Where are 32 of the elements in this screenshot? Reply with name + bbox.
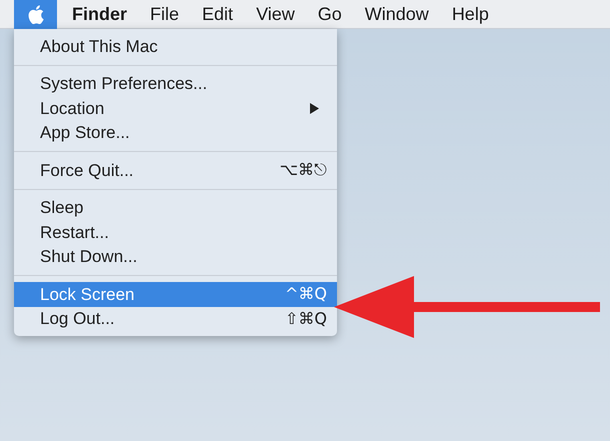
- menu-item[interactable]: System Preferences...: [14, 72, 337, 96]
- menu-item-label: Location: [40, 98, 104, 120]
- menu-item-label: Sleep: [40, 197, 84, 219]
- menu-item[interactable]: App Store...: [14, 120, 337, 145]
- menu-item[interactable]: Restart...: [14, 220, 337, 244]
- menu-item[interactable]: About This Mac: [14, 34, 337, 58]
- menu-item-label: System Preferences...: [40, 73, 208, 95]
- keyboard-shortcut: ^⌘Q: [285, 283, 327, 306]
- menu-bar-item[interactable]: View: [256, 0, 295, 28]
- menu-item[interactable]: Force Quit... ⌥⌘⎋: [14, 158, 337, 182]
- apple-menu-button[interactable]: [14, 0, 57, 28]
- menu-item[interactable]: Shut Down...: [14, 244, 337, 269]
- menu-item[interactable]: Sleep: [14, 196, 337, 220]
- menu-item-label: Force Quit...: [40, 160, 134, 182]
- menu-bar-item[interactable]: Go: [318, 0, 342, 28]
- menu-item[interactable]: Log Out... ⇧⌘Q: [14, 306, 337, 331]
- menu-bar-item[interactable]: File: [150, 0, 180, 28]
- menu-bar-item[interactable]: Help: [452, 0, 489, 28]
- menu-item-label: Shut Down...: [40, 246, 138, 268]
- menu-bar-item[interactable]: Finder: [72, 0, 128, 28]
- menu-bar-item[interactable]: Window: [364, 0, 429, 28]
- menu-item[interactable]: Lock Screen ^⌘Q: [14, 282, 337, 306]
- menu-item-label: Restart...: [40, 222, 109, 244]
- keyboard-shortcut: ⌥⌘⎋: [280, 159, 327, 182]
- menu-item[interactable]: Location: [14, 96, 337, 120]
- menu-bar-item[interactable]: Edit: [202, 0, 234, 28]
- apple-logo-icon: [28, 4, 44, 24]
- menu-item-label: App Store...: [40, 122, 130, 144]
- menu-item-label: Log Out...: [40, 308, 115, 330]
- menu-item-label: Lock Screen: [40, 284, 134, 306]
- keyboard-shortcut: ⇧⌘Q: [285, 308, 327, 330]
- menu-item-label: About This Mac: [40, 36, 158, 58]
